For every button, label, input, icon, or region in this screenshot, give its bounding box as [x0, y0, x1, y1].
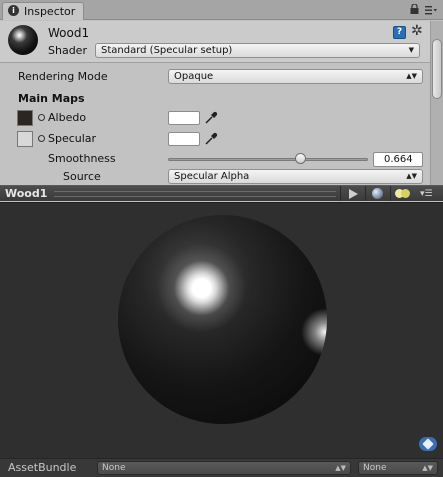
material-sphere-icon	[8, 25, 38, 55]
shader-label: Shader	[48, 44, 87, 57]
specular-texture-slot[interactable]	[17, 131, 33, 147]
chevron-down-icon: ▲▼	[406, 172, 417, 180]
eyedropper-icon[interactable]	[204, 132, 218, 146]
chevron-down-icon: ▼	[408, 46, 414, 54]
preview-title: Wood1	[5, 187, 48, 200]
eyedropper-icon[interactable]	[204, 111, 218, 125]
preview-sphere[interactable]	[118, 215, 327, 424]
source-label: Source	[63, 170, 101, 183]
chevron-down-icon: ▲▼	[335, 464, 346, 472]
inspector-scrollbar[interactable]	[430, 21, 443, 185]
info-icon: i	[8, 5, 19, 16]
smoothness-slider[interactable]	[168, 158, 368, 161]
source-dropdown[interactable]: Specular Alpha ▲▼	[168, 169, 423, 184]
tab-strip: i Inspector	[0, 0, 443, 20]
asset-bundle-name-dropdown[interactable]: None ▲▼	[97, 461, 351, 475]
albedo-label: Albedo	[48, 111, 87, 124]
preview-viewport[interactable]	[0, 202, 443, 458]
help-book-icon[interactable]: ?	[393, 26, 406, 39]
material-properties: Rendering Mode Opaque ▲▼ Main Maps Albed…	[0, 64, 430, 185]
albedo-texture-slot[interactable]	[17, 110, 33, 126]
preview-menu-icon[interactable]: ▾☰	[420, 189, 438, 199]
asset-bundle-variant-dropdown[interactable]: None ▲▼	[358, 461, 438, 475]
smoothness-label: Smoothness	[48, 152, 116, 165]
rendering-mode-label: Rendering Mode	[18, 70, 108, 83]
shader-dropdown[interactable]: Standard (Specular setup) ▼	[95, 43, 420, 58]
material-header: Wood1 ? ✲ Shader Standard (Specular setu…	[0, 21, 430, 63]
chevron-down-icon: ▲▼	[422, 464, 433, 472]
albedo-picker-bullet[interactable]	[38, 114, 45, 121]
main-maps-heading: Main Maps	[18, 92, 85, 105]
source-value: Specular Alpha	[174, 171, 250, 182]
specular-label: Specular	[48, 132, 97, 145]
chevron-down-icon: ▲▼	[406, 72, 417, 80]
preview-header[interactable]: Wood1 ▾☰	[0, 185, 443, 201]
tab-inspector[interactable]: i Inspector	[2, 2, 84, 20]
asset-bundle-variant-value: None	[363, 463, 387, 473]
shader-dropdown-value: Standard (Specular setup)	[101, 45, 233, 56]
lock-icon[interactable]	[410, 4, 419, 14]
preview-mesh-button[interactable]	[365, 186, 389, 201]
gear-icon[interactable]: ✲	[411, 24, 423, 38]
asset-bundle-label: AssetBundle	[8, 461, 77, 474]
preview-light-button[interactable]	[390, 186, 414, 201]
asset-label-icon[interactable]	[419, 437, 437, 451]
material-name: Wood1	[48, 26, 90, 40]
preview-drag-grip[interactable]	[54, 191, 336, 197]
preview-mesh-icon	[372, 188, 383, 199]
asset-bundle-bar: AssetBundle None ▲▼ None ▲▼	[0, 458, 443, 477]
smoothness-value-field[interactable]: 0.664	[373, 152, 423, 167]
preview-light-icon	[401, 189, 410, 198]
asset-bundle-name-value: None	[102, 463, 126, 473]
scrollbar-thumb[interactable]	[432, 39, 442, 99]
play-icon	[349, 189, 358, 199]
tab-menu-icon[interactable]	[425, 5, 437, 15]
preview-play-button[interactable]	[340, 186, 364, 201]
specular-picker-bullet[interactable]	[38, 135, 45, 142]
tab-label: Inspector	[24, 5, 76, 18]
rendering-mode-dropdown[interactable]: Opaque ▲▼	[168, 69, 423, 84]
smoothness-slider-thumb[interactable]	[295, 153, 307, 164]
specular-color-field[interactable]	[168, 132, 200, 146]
albedo-color-field[interactable]	[168, 111, 200, 125]
rendering-mode-value: Opaque	[174, 71, 214, 82]
